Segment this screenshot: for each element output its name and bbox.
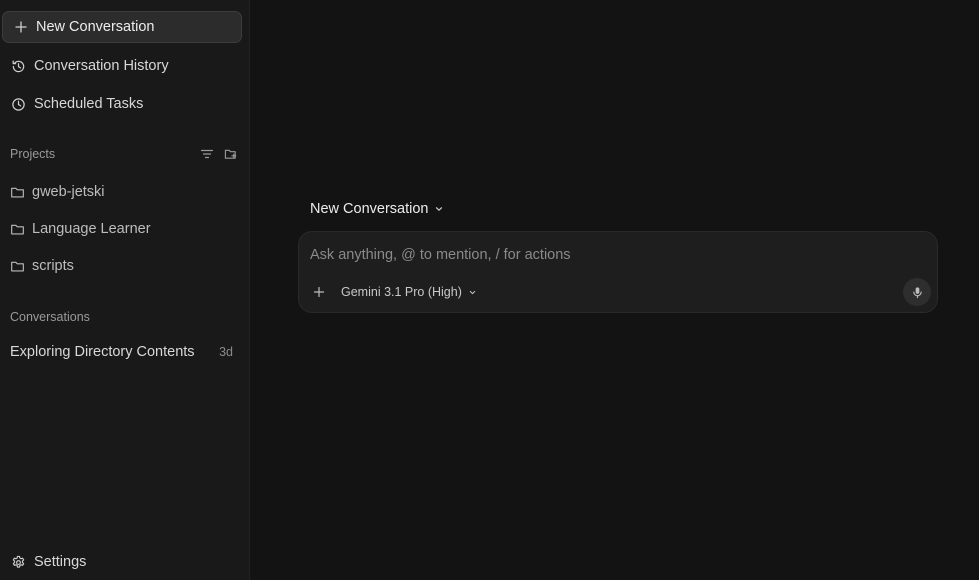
plus-icon[interactable]	[312, 285, 326, 299]
plus-icon	[14, 20, 28, 34]
folder-icon	[10, 259, 25, 274]
chevron-down-icon	[434, 204, 444, 214]
nav-label: Conversation History	[34, 58, 169, 74]
new-conversation-button[interactable]: New Conversation	[2, 11, 242, 43]
conversation-title-dropdown[interactable]: New Conversation	[310, 199, 444, 219]
conversation-item[interactable]: Exploring Directory Contents 3d	[0, 339, 250, 365]
model-label: Gemini 3.1 Pro (High)	[341, 285, 462, 299]
nav-scheduled-tasks[interactable]: Scheduled Tasks	[0, 90, 250, 118]
project-item-gweb-jetski[interactable]: gweb-jetski	[0, 179, 250, 205]
composer: Gemini 3.1 Pro (High)	[298, 231, 938, 313]
project-label: scripts	[32, 258, 74, 274]
conversation-time: 3d	[219, 345, 233, 359]
nav-conversation-history[interactable]: Conversation History	[0, 52, 250, 80]
clock-icon	[11, 97, 26, 112]
conversation-label: Exploring Directory Contents	[10, 344, 195, 360]
conversation-title: New Conversation	[310, 201, 429, 217]
sidebar: New Conversation Conversation History Sc…	[0, 0, 250, 580]
projects-title: Projects	[10, 147, 56, 161]
project-item-language-learner[interactable]: Language Learner	[0, 216, 250, 242]
folder-icon	[10, 222, 25, 237]
folder-icon	[10, 185, 25, 200]
filter-icon[interactable]	[200, 147, 214, 161]
app-window: New Conversation Conversation History Sc…	[0, 0, 979, 580]
new-conversation-label: New Conversation	[36, 19, 155, 35]
project-label: Language Learner	[32, 221, 151, 237]
model-selector[interactable]: Gemini 3.1 Pro (High)	[341, 283, 477, 301]
project-label: gweb-jetski	[32, 184, 105, 200]
message-input[interactable]	[310, 244, 890, 266]
chevron-down-icon	[468, 288, 477, 297]
nav-label: Scheduled Tasks	[34, 96, 144, 112]
new-folder-icon[interactable]	[224, 147, 238, 161]
history-icon	[11, 59, 26, 74]
microphone-button[interactable]	[903, 278, 931, 306]
project-item-scripts[interactable]: scripts	[0, 253, 250, 279]
microphone-icon	[911, 286, 924, 299]
settings-button[interactable]: Settings	[0, 549, 250, 575]
projects-header: Projects	[10, 145, 238, 163]
settings-label: Settings	[34, 554, 87, 570]
projects-actions	[200, 147, 238, 161]
conversations-header: Conversations	[10, 308, 238, 326]
conversations-title: Conversations	[10, 310, 90, 324]
gear-icon	[11, 555, 26, 570]
